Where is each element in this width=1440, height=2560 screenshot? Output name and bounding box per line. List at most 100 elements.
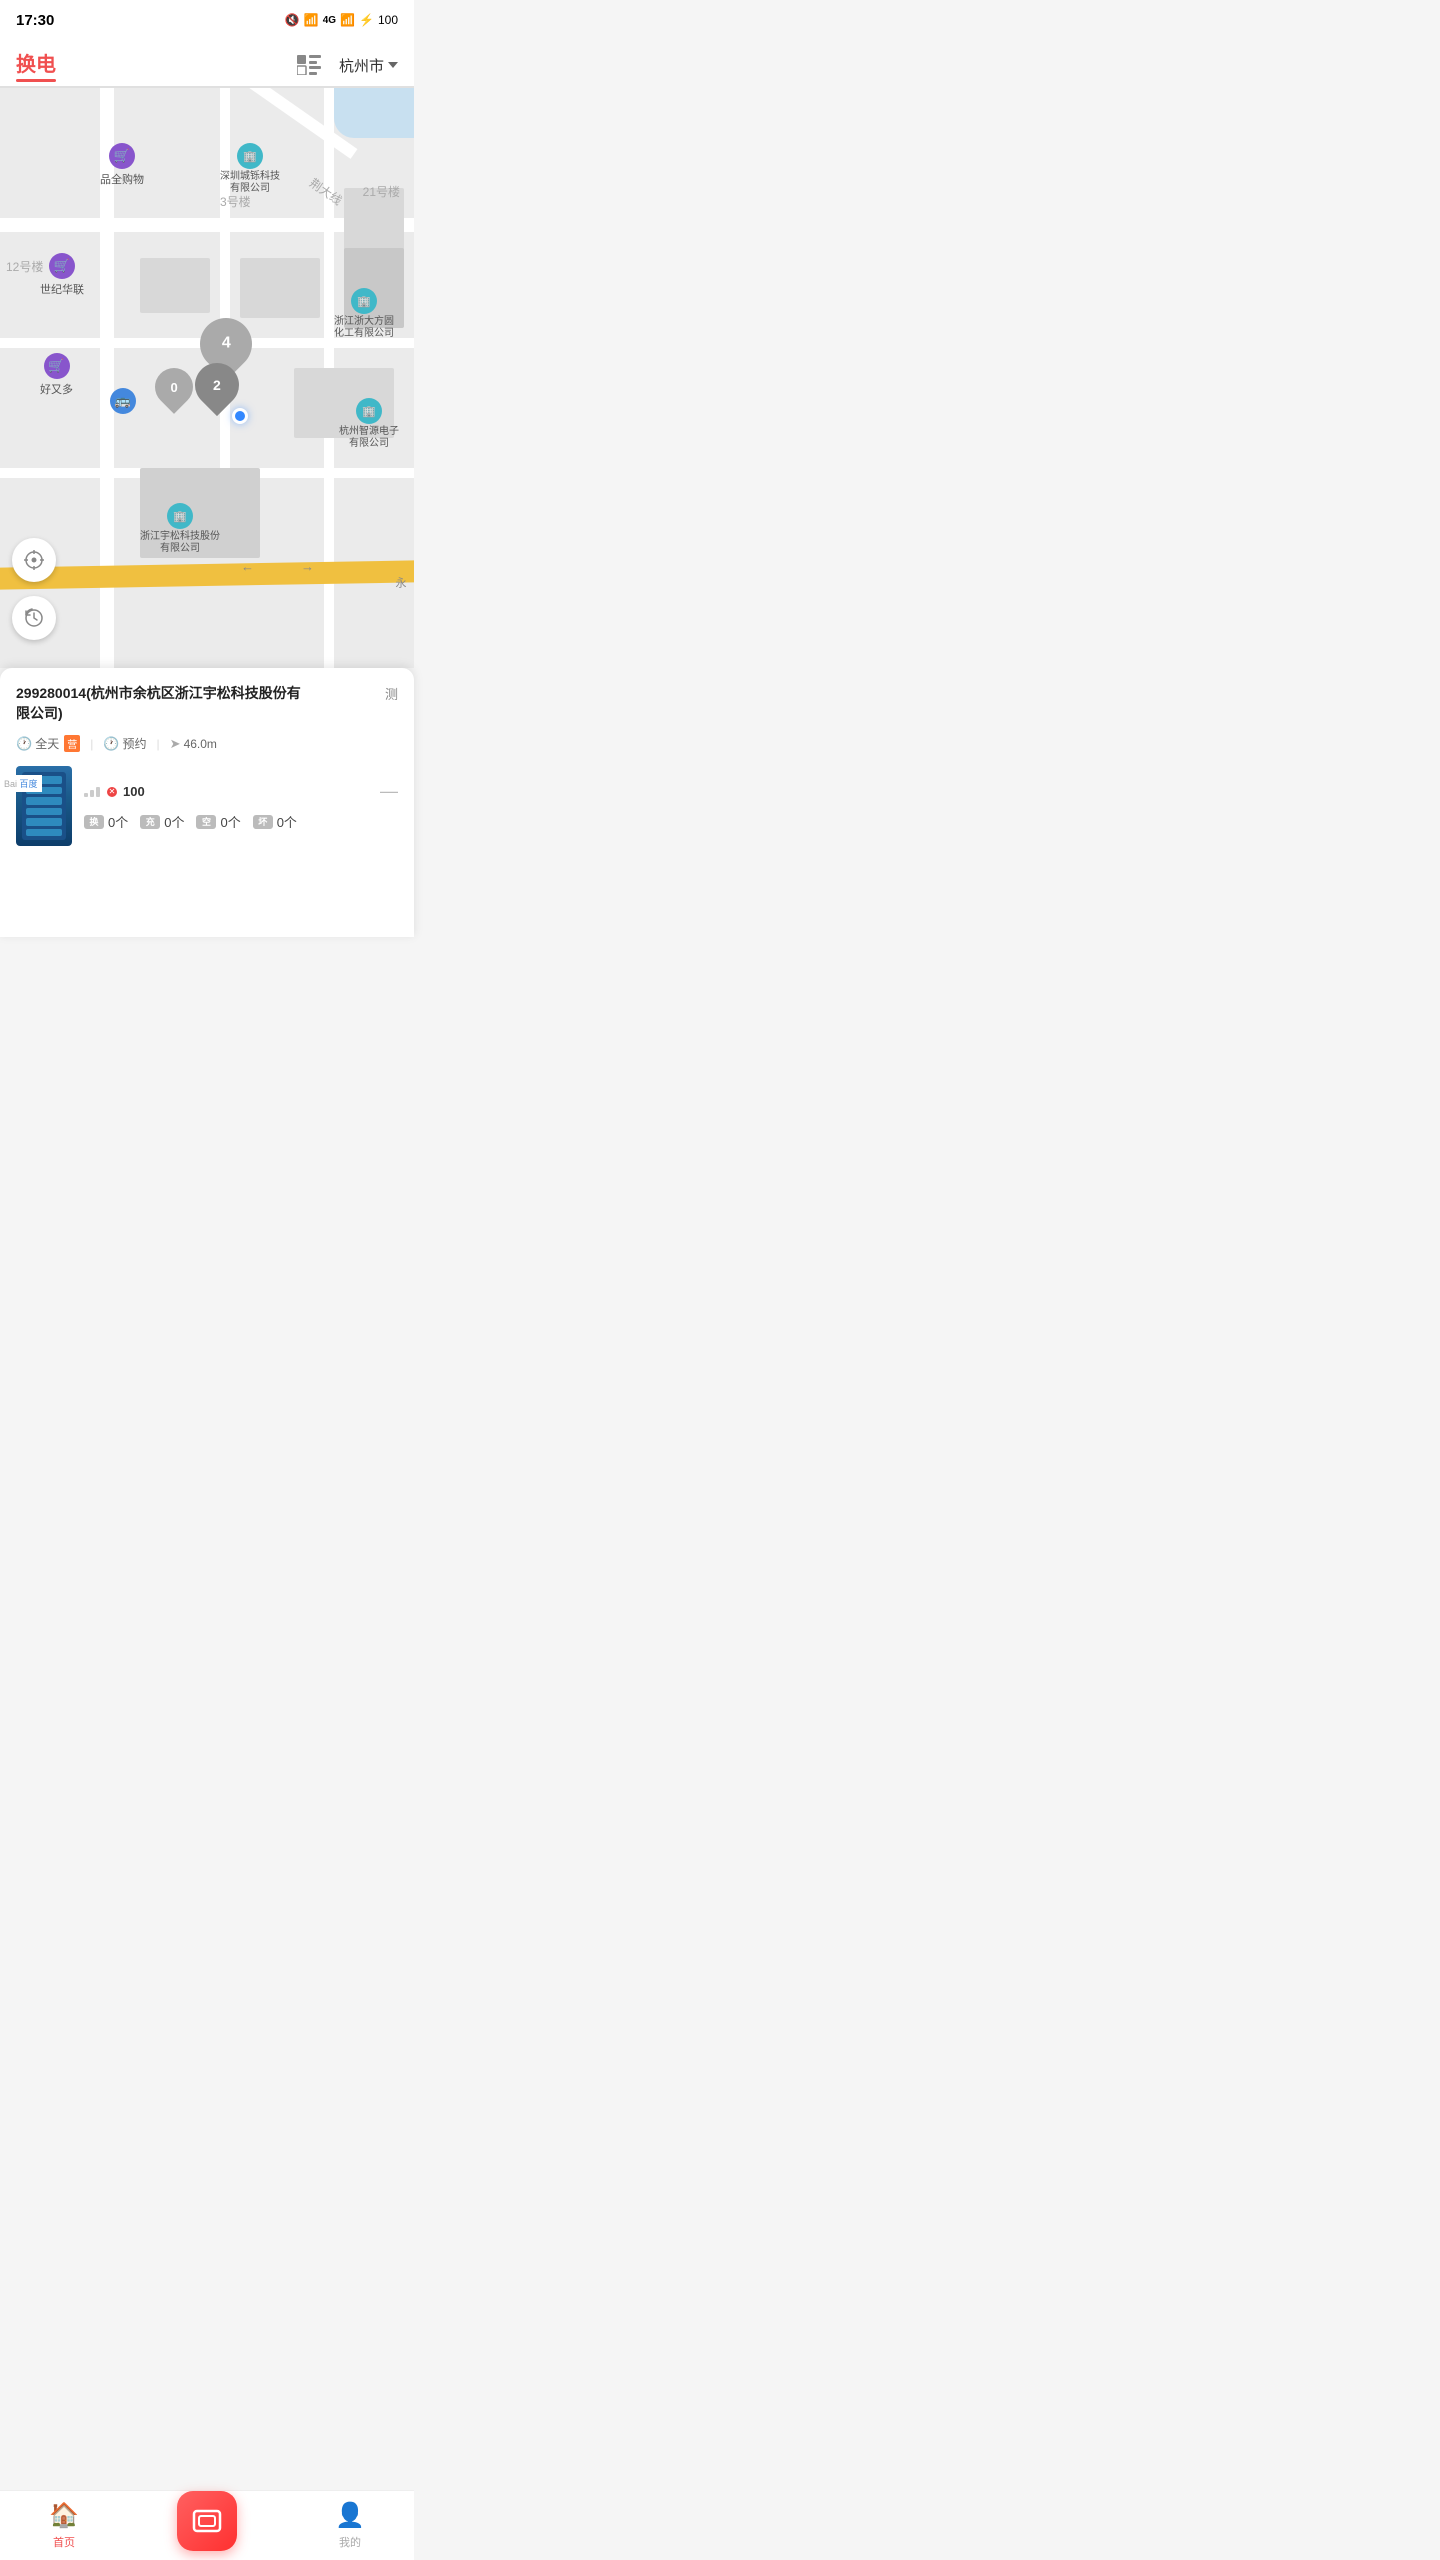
battery-icon-kong: 空 xyxy=(196,815,216,829)
info-meta: 🕐 全天 营 | 🕐 预约 | ➤ 46.0m xyxy=(16,735,398,752)
nav-home-label: 首页 xyxy=(53,2534,75,2550)
poi-shenzhen[interactable]: 🏢 深圳城铄科技有限公司 xyxy=(220,143,280,195)
pin-body-0: 0 xyxy=(147,360,201,414)
poi-shiji[interactable]: 🛒 世纪华联 xyxy=(40,253,84,297)
navigation-icon: ➤ xyxy=(170,736,181,752)
slot-6 xyxy=(26,829,63,837)
meta-distance: ➤ 46.0m xyxy=(170,736,217,752)
profile-icon: 👤 xyxy=(335,2501,365,2530)
header-right: 杭州市 xyxy=(295,51,398,79)
chevron-down-icon xyxy=(388,62,398,68)
poi-hangzhouzhi[interactable]: 🏢 杭州智源电子有限公司 xyxy=(339,398,399,450)
slot-5 xyxy=(26,818,63,826)
signal-4g-icon: 4G xyxy=(323,15,336,26)
nav-scan-button[interactable] xyxy=(177,2491,237,2551)
header: 换电 杭州市 xyxy=(0,36,414,88)
pin-number-4: 4 xyxy=(222,335,231,353)
signal-bar-2 xyxy=(90,790,94,797)
camp-label: 营 xyxy=(64,735,80,752)
list-view-button[interactable] xyxy=(295,51,323,79)
poi-label-zheda: 浙江浙大方圆化工有限公司 xyxy=(334,316,394,340)
current-location-dot xyxy=(232,408,248,424)
dash-icon: — xyxy=(380,781,398,802)
signal-x-icon: ✕ xyxy=(107,787,117,797)
scan-icon xyxy=(192,2509,222,2533)
poi-bus[interactable]: 🚌 xyxy=(110,388,136,416)
pin-number-2: 2 xyxy=(213,377,221,393)
distance-label: 46.0m xyxy=(184,737,217,751)
map-watermark: Bai 百度 xyxy=(0,775,42,792)
slot-4 xyxy=(26,808,63,816)
battery-icon-chong: 充 xyxy=(140,815,160,829)
building-2 xyxy=(240,258,320,318)
title-underline xyxy=(16,79,56,82)
building-label-21: 21号楼 xyxy=(363,183,400,200)
poi-icon-shiji: 🛒 xyxy=(49,253,75,279)
signal-value: 100 xyxy=(123,784,145,799)
signal-row: ✕ 100 — xyxy=(84,781,398,802)
poi-haoyouduo[interactable]: 🛒 好又多 xyxy=(40,353,73,397)
poi-label-yusong: 浙江宇松科技股份有限公司 xyxy=(140,531,220,555)
battery-icon-huan: 换 xyxy=(84,815,104,829)
poi-label-shenzhen: 深圳城铄科技有限公司 xyxy=(220,171,280,195)
nav-spacer xyxy=(16,846,398,921)
location-button[interactable] xyxy=(12,538,56,582)
poi-icon-pinquan: 🛒 xyxy=(109,143,135,169)
home-icon: 🏠 xyxy=(49,2501,79,2530)
battery-level: 100 xyxy=(378,13,398,27)
slot-3 xyxy=(26,797,63,805)
poi-icon-zheda: 🏢 xyxy=(351,288,377,314)
poi-yusong[interactable]: 🏢 浙江宇松科技股份有限公司 xyxy=(140,503,220,555)
signal-bar-1 xyxy=(84,793,88,797)
cluster-pin-2[interactable]: 2 xyxy=(195,363,239,407)
status-icons: 🔇 📶 4G 📶 ⚡ 100 xyxy=(285,13,398,27)
charging-icon: ⚡ xyxy=(359,13,374,27)
poi-label-haoyouduo: 好又多 xyxy=(40,381,73,397)
signal-indicator xyxy=(84,787,100,797)
history-button[interactable] xyxy=(12,596,56,640)
poi-icon-bus: 🚌 xyxy=(110,388,136,414)
info-content: ✕ 100 — 换 0个 充 0个 空 0 xyxy=(16,766,398,846)
battery-icon-huai: 坏 xyxy=(253,815,273,829)
pin-body-2: 2 xyxy=(186,354,248,416)
map-area[interactable]: → ← 永 21号楼 12号楼 3号楼 荆大线 🛒 品全购物 🛒 世纪华联 🛒 … xyxy=(0,88,414,668)
poi-zheda[interactable]: 🏢 浙江浙大方圆化工有限公司 xyxy=(334,288,394,340)
status-time: 17:30 xyxy=(16,12,54,29)
city-selector[interactable]: 杭州市 xyxy=(339,55,398,76)
page-title: 换电 xyxy=(16,48,56,77)
status-bar: 17:30 🔇 📶 4G 📶 ⚡ 100 xyxy=(0,0,414,36)
building-1 xyxy=(140,258,210,313)
nav-profile-label: 我的 xyxy=(339,2534,361,2550)
meta-time: 🕐 全天 营 xyxy=(16,735,80,752)
road-arrow-left: ← xyxy=(241,559,254,574)
signal-bar-3 xyxy=(96,787,100,797)
poi-pinquan[interactable]: 🛒 品全购物 xyxy=(100,143,144,187)
nav-home[interactable]: 🏠 首页 xyxy=(49,2501,79,2550)
header-title-wrap: 换电 xyxy=(16,48,56,82)
meta-divider-2: | xyxy=(157,737,160,751)
station-stats: ✕ 100 — 换 0个 充 0个 空 0 xyxy=(84,781,398,831)
station-title: 299280014(杭州市余杭区浙江宇松科技股份有限公司) xyxy=(16,684,303,723)
cluster-pin-0[interactable]: 0 xyxy=(155,368,193,406)
meta-book: 🕐 预约 xyxy=(103,735,146,752)
signal-bars-icon: 📶 xyxy=(340,13,355,27)
battery-item-huai: 坏 0个 xyxy=(253,812,297,831)
muted-icon: 🔇 xyxy=(285,13,300,27)
info-header: 299280014(杭州市余杭区浙江宇松科技股份有限公司) 测 xyxy=(16,684,398,723)
time-label: 全天 xyxy=(35,735,59,752)
building-label-12: 12号楼 xyxy=(6,258,43,275)
pin-number-0: 0 xyxy=(170,380,177,395)
poi-icon-haoyouduo: 🛒 xyxy=(44,353,70,379)
meta-divider-1: | xyxy=(90,737,93,751)
nav-profile[interactable]: 👤 我的 xyxy=(335,2501,365,2550)
battery-count-huai: 0个 xyxy=(277,812,297,831)
poi-label-shiji: 世纪华联 xyxy=(40,281,84,297)
battery-item-huan: 换 0个 xyxy=(84,812,128,831)
clock-icon-2: 🕐 xyxy=(103,736,119,752)
bottom-nav: 🏠 首页 👤 我的 xyxy=(0,2490,414,2560)
city-label: 杭州市 xyxy=(339,55,384,76)
poi-label-pinquan: 品全购物 xyxy=(100,171,144,187)
poi-icon-yusong: 🏢 xyxy=(167,503,193,529)
battery-count-chong: 0个 xyxy=(164,812,184,831)
preview-button[interactable]: 测 xyxy=(385,684,398,703)
